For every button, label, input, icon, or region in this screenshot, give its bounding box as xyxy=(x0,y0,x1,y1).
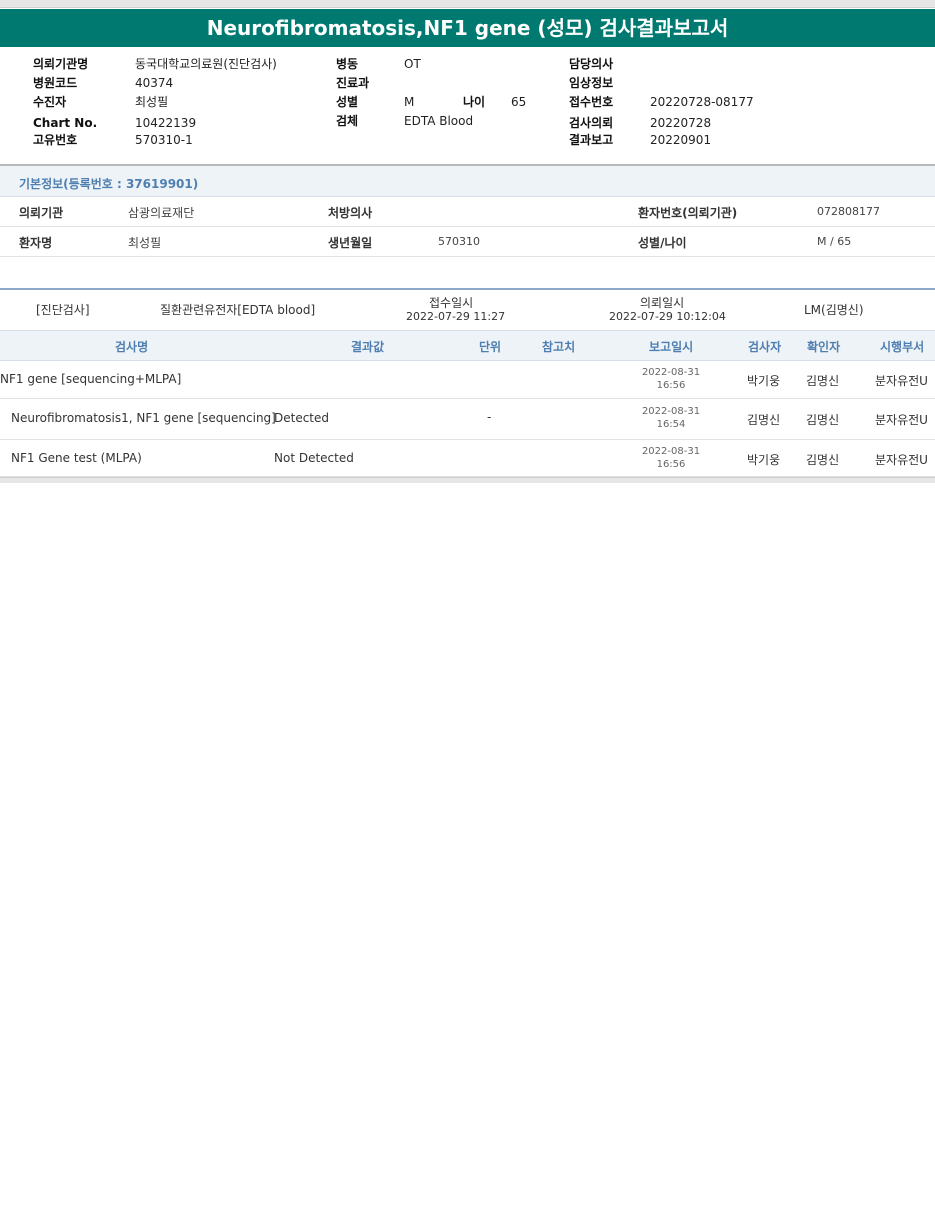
report-title: Neurofibromatosis,NF1 gene (성모) 검사결과보고서 xyxy=(0,9,935,47)
age-label: 나이 xyxy=(463,95,486,109)
bottom-rule xyxy=(0,477,935,483)
row-tester: 박기웅 xyxy=(747,374,781,388)
institution-value: 삼광의료재단 xyxy=(128,206,195,220)
receipt-value: 20220728-08177 xyxy=(650,95,754,109)
received-label: 접수일시 xyxy=(429,296,474,310)
hospital-value: 동국대학교의료원(진단검사) xyxy=(135,57,277,71)
row-report-date: 2022-08-31 16:56 xyxy=(641,446,701,470)
sex-label: 성별 xyxy=(336,95,359,109)
row-unit: - xyxy=(487,410,492,424)
row-result: Detected xyxy=(274,411,330,425)
row-report-date: 2022-08-31 16:54 xyxy=(641,406,701,430)
top-rule xyxy=(0,0,935,8)
row-confirmer: 김명신 xyxy=(806,374,840,388)
patient-value: 최성필 xyxy=(128,236,162,250)
patient-no-label: 환자번호(의뢰기관) xyxy=(638,206,738,220)
examinee-value: 최성필 xyxy=(135,95,169,109)
specimen-label: 검체 xyxy=(336,114,359,128)
receipt-label: 접수번호 xyxy=(569,95,614,109)
requested-value: 2022-07-29 10:12:04 xyxy=(609,310,726,323)
row-test-name: Neurofibromatosis1, NF1 gene [sequencing… xyxy=(11,411,276,425)
row-test-name: NF1 Gene test (MLPA) xyxy=(11,451,142,465)
code-value: 40374 xyxy=(135,76,174,90)
birth-value: 570310 xyxy=(438,235,480,248)
request-label: 검사의뢰 xyxy=(569,116,614,130)
code-label: 병원코드 xyxy=(33,76,78,90)
col-header-test: 검사명 xyxy=(115,340,149,354)
request-value: 20220728 xyxy=(650,116,712,130)
row-result: Not Detected xyxy=(274,451,354,465)
examinee-label: 수진자 xyxy=(33,95,67,109)
sexage-label: 성별/나이 xyxy=(638,236,687,250)
institution-label: 의뢰기관 xyxy=(19,206,64,220)
patient-no-value: 072808177 xyxy=(817,205,880,218)
doctor-label: 담당의사 xyxy=(569,57,614,71)
col-header-confirmer: 확인자 xyxy=(807,340,841,354)
basic-info-title: 기본정보(등록번호 : 37619901) xyxy=(19,177,199,191)
hospital-label: 의뢰기관명 xyxy=(33,57,89,71)
row-dept: 분자유전U xyxy=(875,453,928,467)
col-header-ref: 참고치 xyxy=(542,340,576,354)
patient-label: 환자명 xyxy=(19,236,53,250)
report-label: 결과보고 xyxy=(569,133,614,147)
received-value: 2022-07-29 11:27 xyxy=(406,310,506,323)
specimen-value: EDTA Blood xyxy=(404,114,474,128)
prescriber-label: 처방의사 xyxy=(328,206,373,220)
col-header-result: 결과값 xyxy=(351,340,385,354)
chart-value: 10422139 xyxy=(135,116,197,130)
row-tester: 박기웅 xyxy=(747,453,781,467)
lm-value: LM(김명신) xyxy=(804,303,864,317)
col-header-unit: 단위 xyxy=(479,340,502,354)
ward-label: 병동 xyxy=(336,57,359,71)
requested-label: 의뢰일시 xyxy=(640,296,685,310)
dept-label: 진료과 xyxy=(336,76,370,90)
sexage-value: M / 65 xyxy=(817,235,852,248)
order-category: [진단검사] xyxy=(36,303,90,317)
col-header-report-date: 보고일시 xyxy=(649,340,694,354)
col-header-tester: 검사자 xyxy=(748,340,782,354)
order-group: 질환관련유전자[EDTA blood] xyxy=(160,303,316,317)
row-tester: 김명신 xyxy=(747,413,781,427)
chart-label: Chart No. xyxy=(33,116,98,130)
row-test-name: NF1 gene [sequencing+MLPA] xyxy=(0,372,182,386)
ward-value: OT xyxy=(404,57,421,71)
birth-label: 생년월일 xyxy=(328,236,373,250)
row-dept: 분자유전U xyxy=(875,374,928,388)
uid-value: 570310-1 xyxy=(135,133,193,147)
uid-label: 고유번호 xyxy=(33,133,78,147)
row-dept: 분자유전U xyxy=(875,413,928,427)
clinical-label: 임상정보 xyxy=(569,76,614,90)
age-value: 65 xyxy=(511,95,527,109)
sex-value: M xyxy=(404,95,415,109)
divider xyxy=(0,288,935,290)
row-confirmer: 김명신 xyxy=(806,453,840,467)
row-report-date: 2022-08-31 16:56 xyxy=(641,367,701,391)
report-value: 20220901 xyxy=(650,133,712,147)
row-confirmer: 김명신 xyxy=(806,413,840,427)
col-header-dept: 시행부서 xyxy=(880,340,925,354)
